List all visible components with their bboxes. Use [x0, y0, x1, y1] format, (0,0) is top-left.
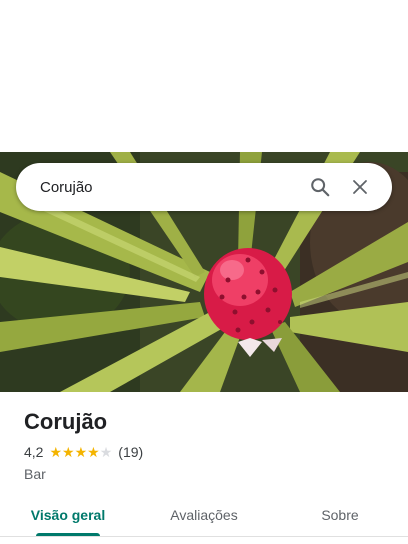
- star-icon: ★: [62, 444, 75, 460]
- star-icon: ★: [87, 444, 100, 460]
- star-icon: ★: [49, 444, 63, 460]
- search-input[interactable]: Corujão: [40, 179, 300, 196]
- search-bar[interactable]: Corujão: [16, 163, 392, 211]
- search-icon[interactable]: [300, 167, 340, 207]
- star-icon: ★: [74, 444, 88, 460]
- star-icon: ★: [99, 444, 113, 460]
- tab-bar: Visão geral Avaliações Sobre: [0, 494, 408, 536]
- tab-divider: [0, 536, 408, 537]
- rating-value: 4,2: [24, 444, 44, 460]
- place-category[interactable]: Bar: [24, 466, 46, 482]
- star-rating: ★ ★ ★ ★ ★: [49, 445, 112, 459]
- close-icon[interactable]: [340, 167, 380, 207]
- review-count[interactable]: (19): [118, 444, 143, 460]
- tab-about[interactable]: Sobre: [272, 494, 408, 536]
- rating-row[interactable]: 4,2 ★ ★ ★ ★ ★ (19): [24, 444, 143, 460]
- tab-overview[interactable]: Visão geral: [0, 494, 136, 536]
- place-panel: Corujão Corujão 4,2 ★ ★ ★ ★ ★ (19) Bar V…: [0, 0, 408, 544]
- tab-reviews[interactable]: Avaliações: [136, 494, 272, 536]
- place-title: Corujão: [24, 409, 108, 434]
